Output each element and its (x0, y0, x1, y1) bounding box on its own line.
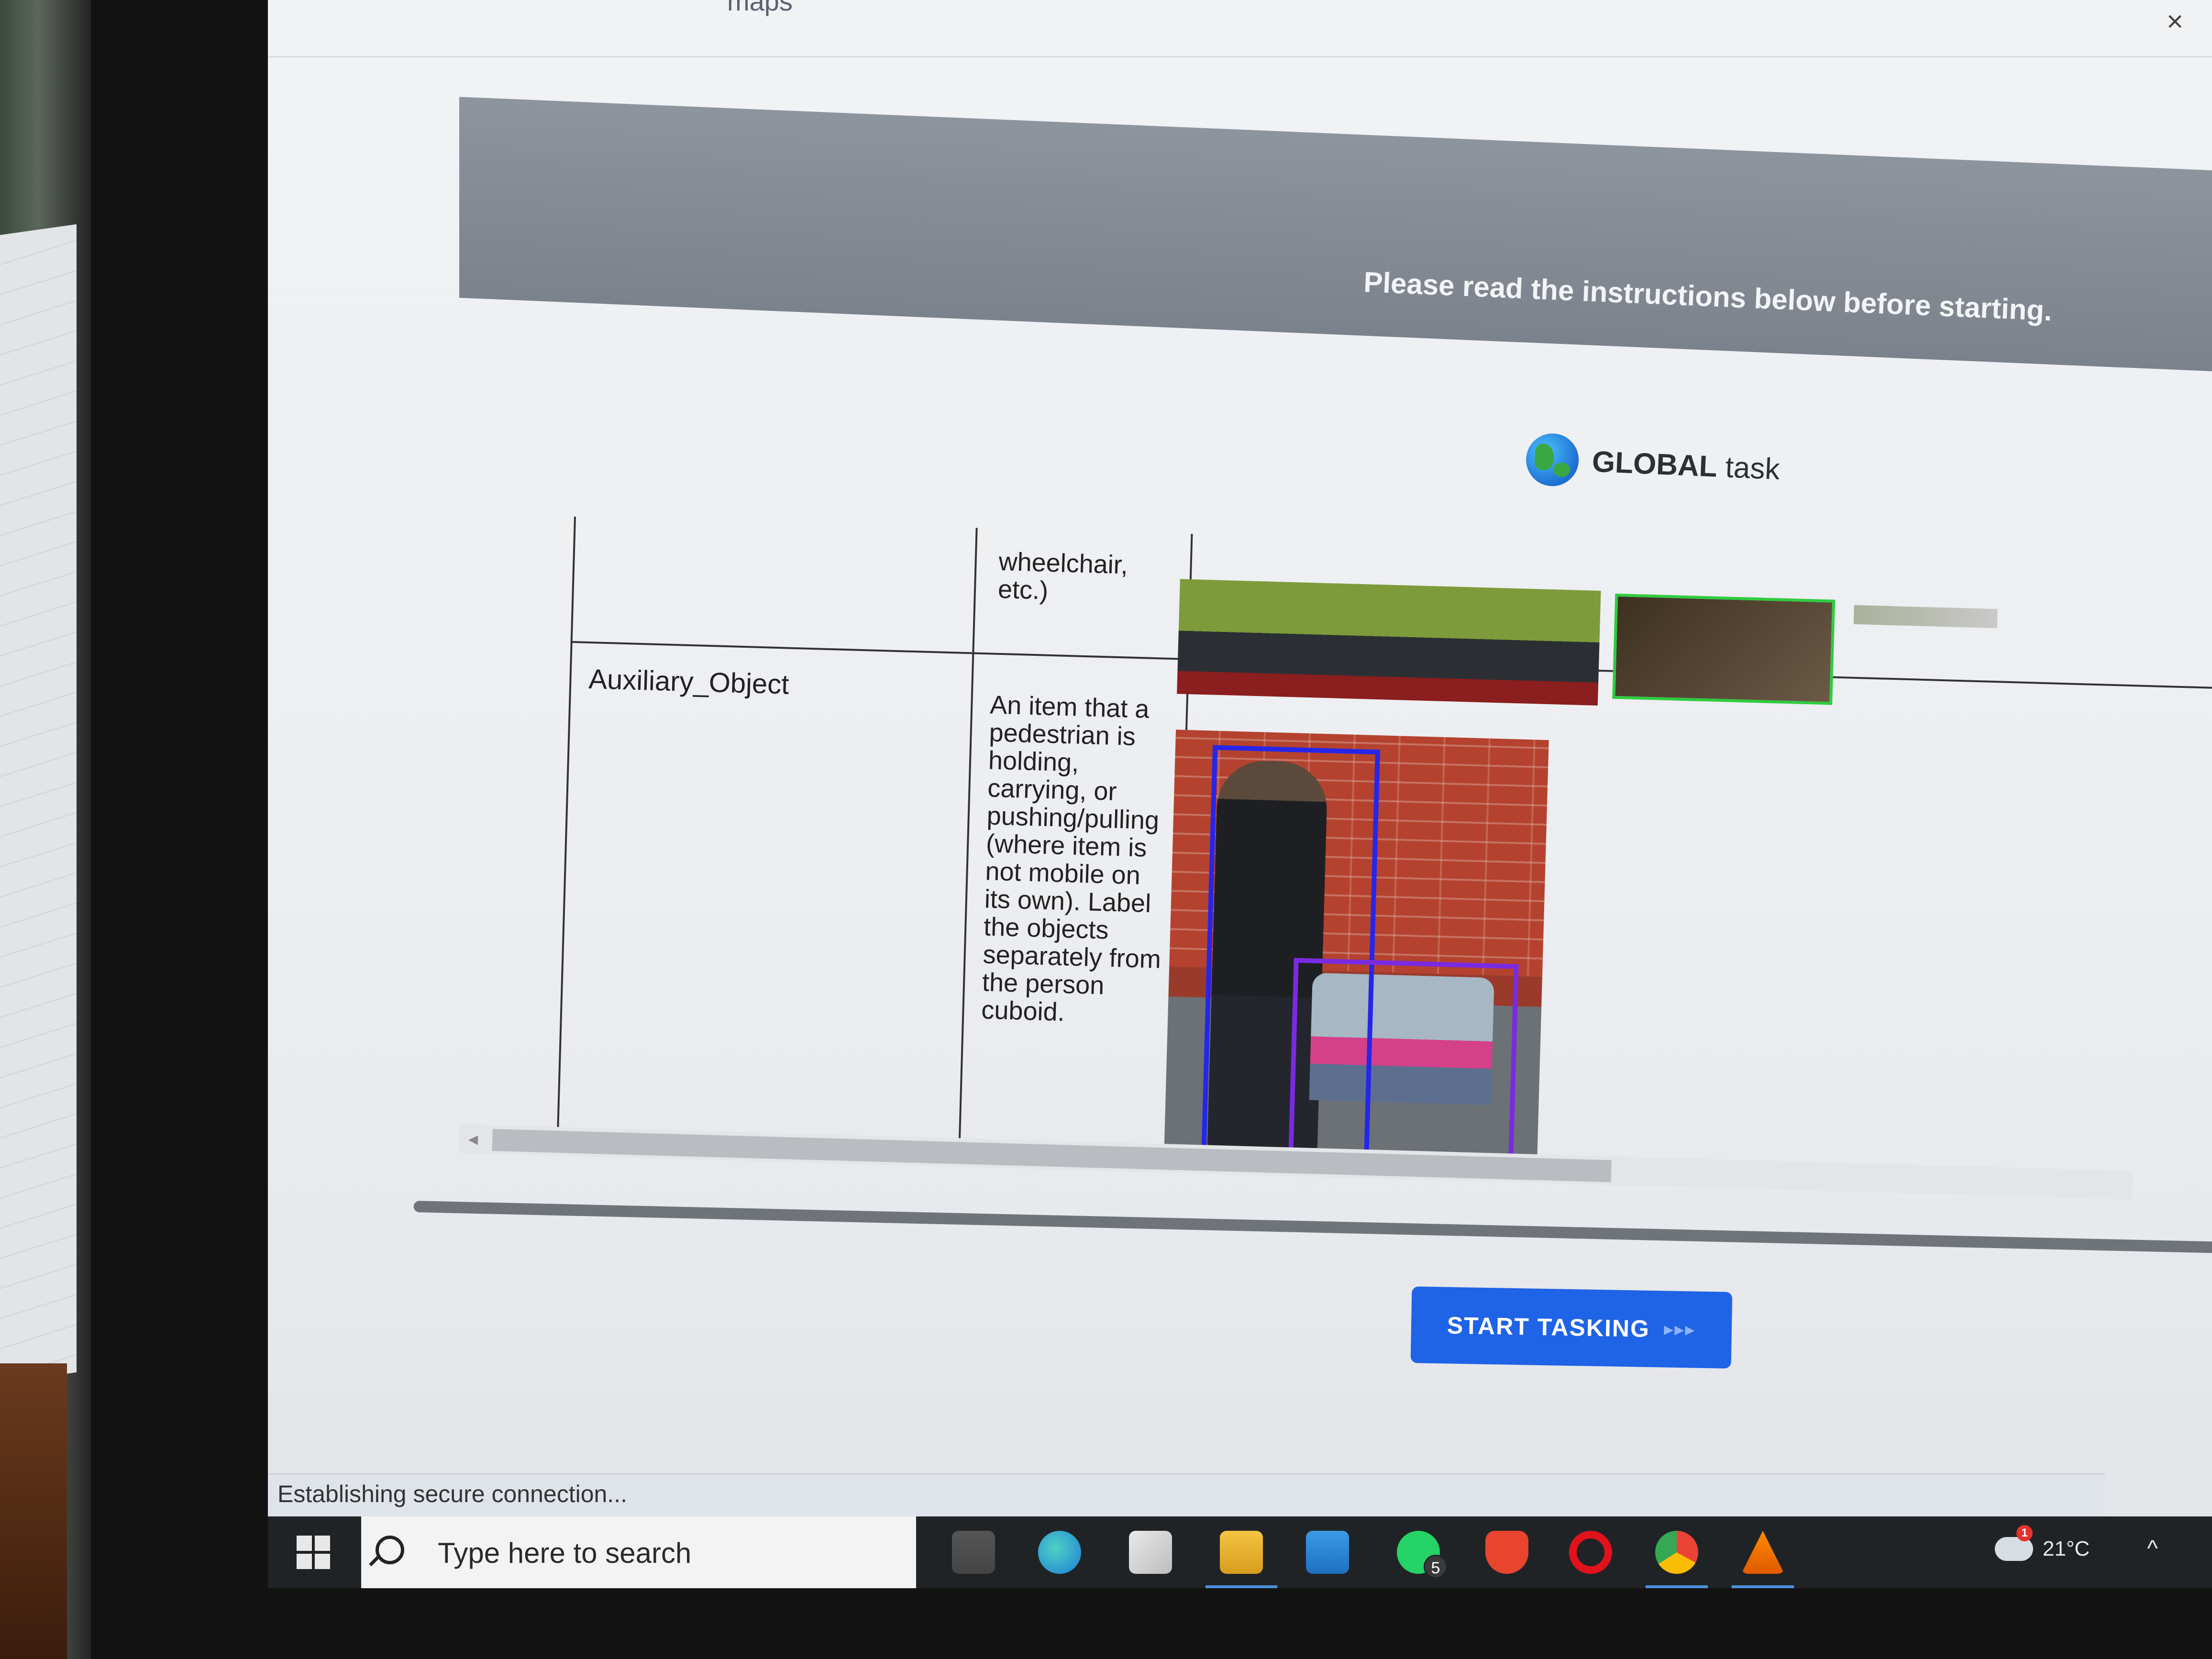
instructions-table: wheelchair, etc.) Auxiliary_Object An it… (556, 517, 2212, 1199)
photo-frame: maps × Please read the instructions belo… (0, 0, 2212, 1659)
task-type-indicator: GLOBAL task (1525, 432, 1781, 496)
task-type-bold: GLOBAL (1591, 445, 1718, 484)
example-image-wheel (1612, 593, 1836, 705)
task-type-suffix: task (1716, 450, 1781, 486)
tray-chevron-up-icon[interactable]: ^ (2147, 1536, 2158, 1562)
scroll-left-icon[interactable]: ◂ (458, 1124, 488, 1154)
example-image-thumb (1853, 605, 1998, 629)
vlc-player-icon[interactable] (1741, 1531, 1784, 1574)
browser-top-strip: maps × (268, 0, 2212, 57)
example-image-scooter (1177, 579, 1601, 706)
chrome-browser-icon[interactable] (1655, 1531, 1698, 1574)
windows-start-icon[interactable] (297, 1536, 330, 1569)
search-icon (376, 1536, 404, 1564)
mail-icon[interactable] (1306, 1531, 1349, 1574)
system-tray: 1 21°C ^ (1995, 1525, 2158, 1562)
start-tasking-button[interactable]: START TASKING ▸▸▸ (1410, 1286, 1733, 1369)
bounding-box-auxiliary-object (1288, 958, 1519, 1170)
weather-alert-badge: 1 (2016, 1525, 2033, 1541)
browser-tab-label[interactable]: maps (727, 0, 793, 17)
section-divider (413, 1201, 2212, 1255)
instructions-banner (459, 97, 2212, 372)
table-column-divider (958, 528, 978, 1164)
brave-browser-icon[interactable] (1485, 1531, 1528, 1574)
taskbar-search-box[interactable]: Type here to search (361, 1516, 916, 1588)
taskbar: Type here to search 5 1 21°C ^ (268, 1516, 2212, 1588)
example-image-stroller (1163, 730, 1549, 1171)
prev-row-description: wheelchair, etc.) (997, 547, 1128, 605)
triple-arrow-icon: ▸▸▸ (1664, 1319, 1696, 1339)
opera-browser-icon[interactable] (1569, 1531, 1612, 1574)
notebook-paper (0, 224, 77, 1383)
task-type-label: GLOBAL task (1592, 444, 1781, 486)
browser-status-bar: Establishing secure connection... (268, 1473, 2105, 1516)
active-app-indicator (1732, 1585, 1794, 1588)
active-app-indicator (1206, 1585, 1277, 1588)
weather-cloud-icon[interactable]: 1 (1995, 1525, 2033, 1561)
table-border (556, 517, 576, 1153)
screen: maps × Please read the instructions belo… (268, 0, 2212, 1545)
whatsapp-icon[interactable]: 5 (1397, 1531, 1448, 1579)
status-text: Establishing secure connection... (277, 1481, 627, 1507)
active-app-indicator (1646, 1585, 1708, 1588)
task-view-icon[interactable] (952, 1531, 995, 1574)
edge-browser-icon[interactable] (1038, 1531, 1081, 1574)
close-icon[interactable]: × (2167, 5, 2183, 38)
globe-icon (1525, 432, 1580, 487)
file-explorer-icon[interactable] (1220, 1531, 1263, 1574)
table-row-description: An item that a pedestrian is holding, ca… (981, 690, 1161, 1027)
desk-surface (0, 1363, 67, 1659)
whatsapp-badge: 5 (1424, 1555, 1448, 1579)
store-icon[interactable] (1129, 1531, 1172, 1574)
start-tasking-label: START TASKING (1447, 1312, 1650, 1342)
table-row-label: Auxiliary_Object (588, 663, 790, 700)
weather-temperature[interactable]: 21°C (2043, 1537, 2090, 1561)
search-placeholder: Type here to search (438, 1537, 692, 1569)
